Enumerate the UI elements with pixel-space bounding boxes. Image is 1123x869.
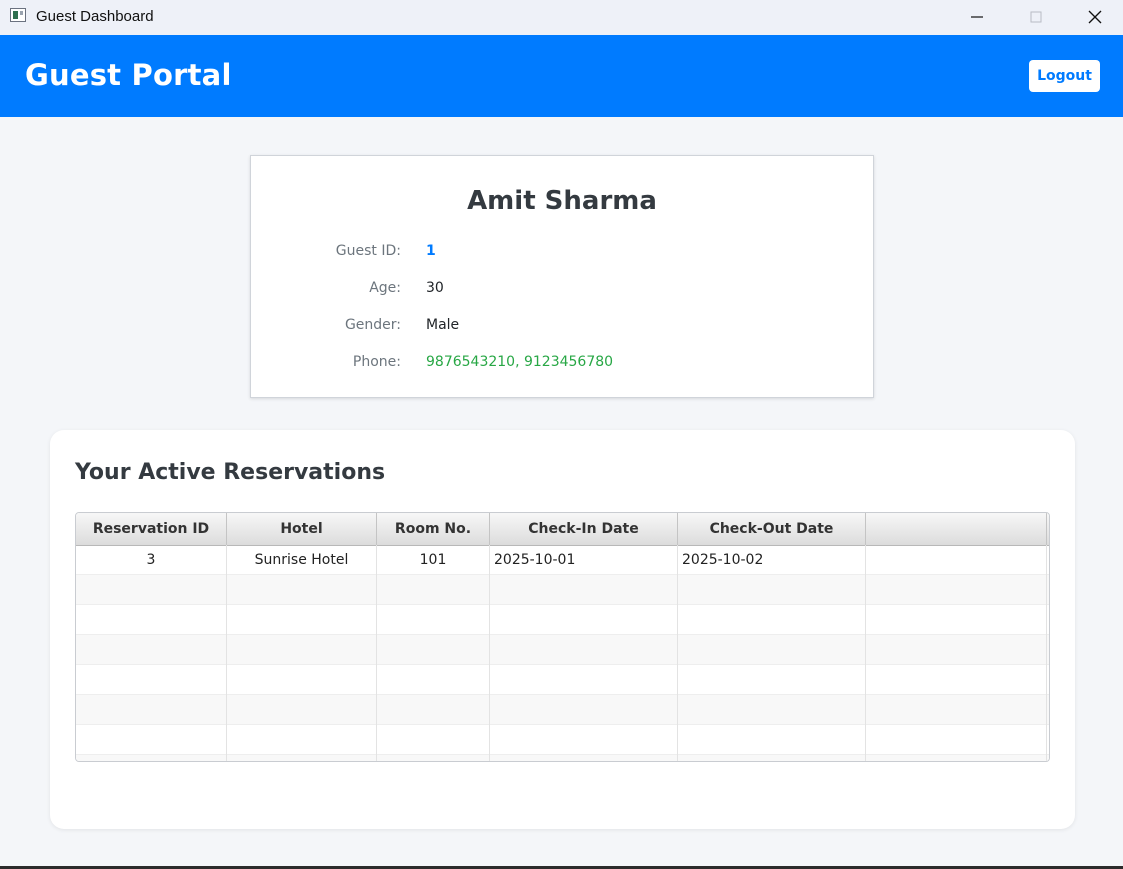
portal-title: Guest Portal: [25, 58, 232, 92]
hotel-cell: Sunrise Hotel: [227, 545, 377, 575]
gender-label: Gender:: [344, 317, 401, 333]
minimize-button[interactable]: [948, 0, 1006, 33]
check-out-cell: 2025-10-02: [678, 545, 866, 575]
filler-cell: [866, 545, 1047, 575]
app-window: Guest Dashboard Guest Portal Logout Amit…: [0, 0, 1123, 869]
column-header-filler: [866, 513, 1047, 545]
column-header-room-no[interactable]: Room No.: [377, 513, 490, 545]
age-label: Age:: [369, 280, 401, 296]
phone-value: 9876543210, 9123456780: [426, 354, 614, 370]
close-icon: [1088, 10, 1102, 23]
guest-id-value: 1: [426, 243, 436, 259]
empty-row: [76, 635, 1049, 665]
minimize-icon: [971, 15, 983, 18]
empty-row: [76, 725, 1049, 755]
reservations-title: Your Active Reservations: [75, 460, 386, 485]
age-value: 30: [426, 280, 444, 296]
reservations-card: Your Active Reservations Reservation ID …: [50, 430, 1075, 829]
maximize-button[interactable]: [1007, 0, 1065, 33]
column-header-check-out[interactable]: Check-Out Date: [678, 513, 866, 545]
guest-name: Amit Sharma: [467, 186, 657, 216]
portal-header: Guest Portal Logout: [0, 35, 1123, 117]
guest-id-label: Guest ID:: [335, 243, 401, 259]
table-header: Reservation ID Hotel Room No. Check-In D…: [76, 513, 1049, 546]
maximize-icon: [1030, 11, 1042, 22]
phone-label: Phone:: [352, 354, 401, 370]
empty-row: [76, 605, 1049, 635]
gender-value: Male: [426, 317, 460, 333]
table-row[interactable]: 3 Sunrise Hotel 101 2025-10-01 2025-10-0…: [76, 545, 1049, 575]
empty-row: [76, 755, 1049, 761]
column-header-reservation-id[interactable]: Reservation ID: [76, 513, 227, 545]
reservations-table[interactable]: Reservation ID Hotel Room No. Check-In D…: [75, 512, 1050, 762]
column-header-hotel[interactable]: Hotel: [227, 513, 377, 545]
empty-row: [76, 665, 1049, 695]
check-in-cell: 2025-10-01: [490, 545, 678, 575]
column-header-check-in[interactable]: Check-In Date: [490, 513, 678, 545]
title-bar: Guest Dashboard: [0, 0, 1123, 35]
window-title: Guest Dashboard: [36, 8, 154, 25]
empty-row: [76, 575, 1049, 605]
guest-profile-card: Amit Sharma Guest ID: 1 Age: 30 Gender: …: [250, 155, 874, 398]
app-window-icon: [10, 8, 26, 22]
reservation-id-cell: 3: [76, 545, 227, 575]
empty-row: [76, 695, 1049, 725]
close-button[interactable]: [1066, 0, 1123, 33]
logout-button[interactable]: Logout: [1029, 60, 1100, 92]
room-no-cell: 101: [377, 545, 490, 575]
